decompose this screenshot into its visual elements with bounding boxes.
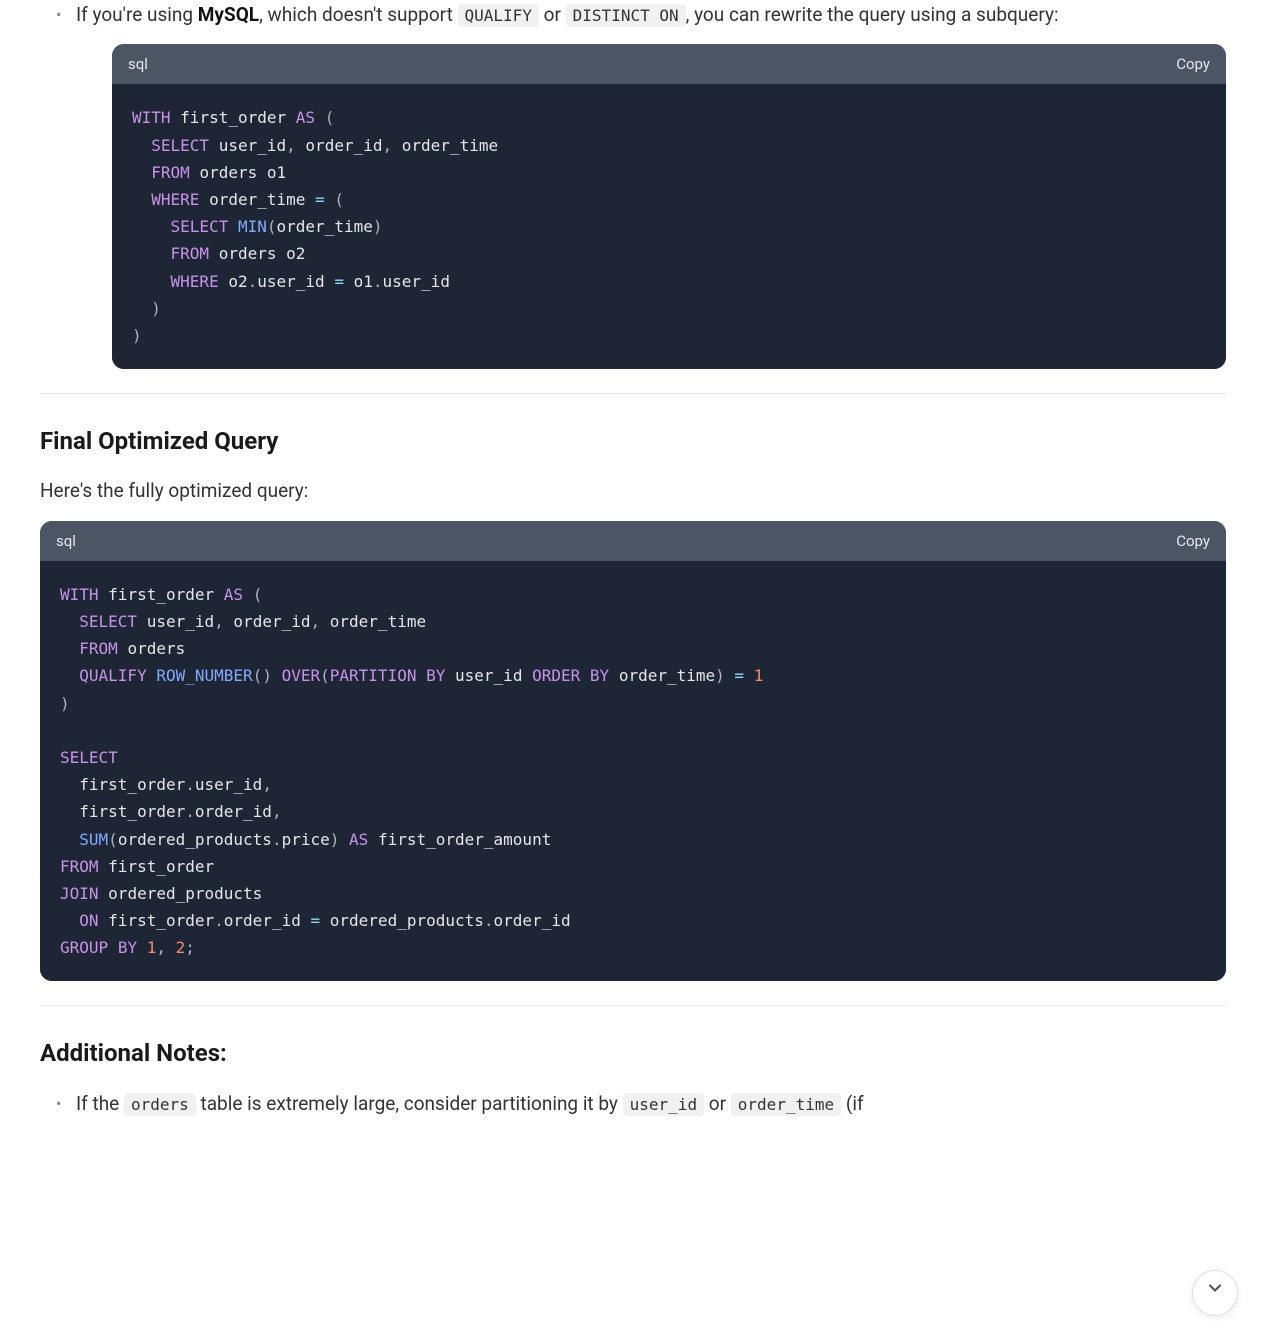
notes-bullet-list: If the orders table is extremely large, … bbox=[40, 1089, 1226, 1119]
text: If the bbox=[76, 1092, 124, 1115]
inline-code-orders: orders bbox=[124, 1093, 196, 1116]
divider bbox=[40, 393, 1226, 394]
intro-bullet: If you're using MySQL, which doesn't sup… bbox=[76, 0, 1226, 369]
heading-additional-notes: Additional Notes: bbox=[40, 1034, 1226, 1072]
code-body: WITH first_order AS ( SELECT user_id, or… bbox=[40, 561, 1226, 982]
text: table is extremely large, consider parti… bbox=[196, 1092, 623, 1115]
divider bbox=[40, 1005, 1226, 1006]
code-header: sql Copy bbox=[40, 521, 1226, 561]
chevron-down-icon bbox=[1205, 1278, 1225, 1308]
text: , you can rewrite the query using a subq… bbox=[686, 3, 1059, 26]
code-lang-label: sql bbox=[56, 529, 76, 553]
text: (if bbox=[841, 1092, 863, 1115]
code-block-final-query: sql Copy WITH first_order AS ( SELECT us… bbox=[40, 521, 1226, 982]
scroll-down-button[interactable] bbox=[1192, 1270, 1238, 1316]
code-header: sql Copy bbox=[112, 44, 1226, 84]
text: , which doesn't support bbox=[259, 3, 457, 26]
code-lang-label: sql bbox=[128, 52, 148, 76]
text: or bbox=[539, 3, 566, 26]
text: or bbox=[704, 1092, 731, 1115]
notes-bullet: If the orders table is extremely large, … bbox=[76, 1089, 1226, 1119]
inline-code-qualify: QUALIFY bbox=[458, 4, 539, 27]
para-final-optimized: Here's the fully optimized query: bbox=[40, 476, 1226, 506]
copy-button[interactable]: Copy bbox=[1176, 529, 1210, 553]
mysql-label: MySQL bbox=[198, 3, 259, 26]
inline-code-user-id: user_id bbox=[623, 1093, 704, 1116]
copy-button[interactable]: Copy bbox=[1176, 52, 1210, 76]
inline-code-order-time: order_time bbox=[731, 1093, 841, 1116]
intro-bullet-list: If you're using MySQL, which doesn't sup… bbox=[40, 0, 1226, 369]
code-body: WITH first_order AS ( SELECT user_id, or… bbox=[112, 84, 1226, 369]
heading-final-optimized: Final Optimized Query bbox=[40, 422, 1226, 460]
code-block-mysql-rewrite: sql Copy WITH first_order AS ( SELECT us… bbox=[112, 44, 1226, 369]
text: If you're using bbox=[76, 3, 198, 26]
inline-code-distinct-on: DISTINCT ON bbox=[566, 4, 686, 27]
